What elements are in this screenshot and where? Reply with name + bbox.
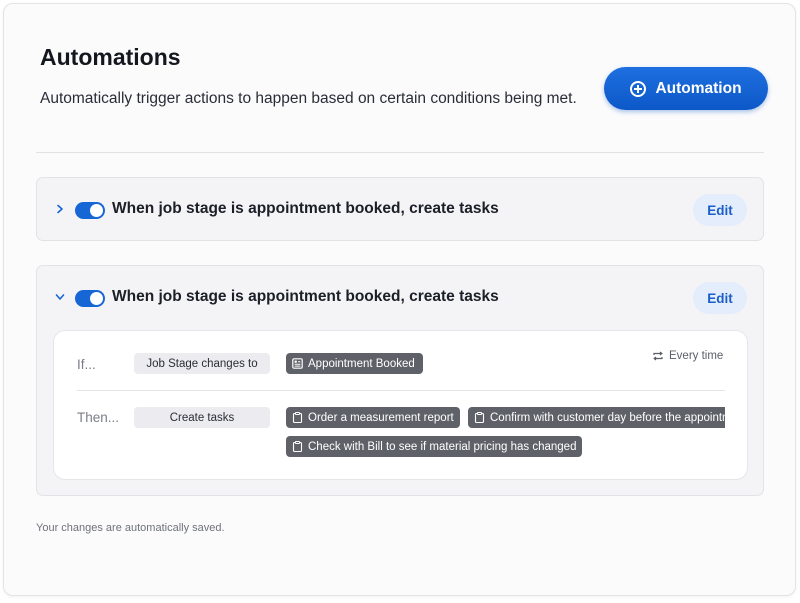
automation-title: When job stage is appointment booked, cr… (112, 200, 499, 217)
toggle-knob (90, 204, 103, 217)
edit-button[interactable]: Edit (693, 282, 747, 314)
if-label: If... (77, 357, 96, 372)
action-chip[interactable]: Create tasks (134, 407, 270, 428)
automation-title: When job stage is appointment booked, cr… (112, 288, 499, 305)
chevron-down-icon[interactable] (55, 292, 65, 302)
edit-button[interactable]: Edit (693, 194, 747, 226)
frequency-indicator: Every time (652, 350, 723, 362)
task-label: Check with Bill to see if material prici… (308, 440, 577, 453)
task-label: Confirm with customer day before the app… (490, 411, 725, 424)
task-label: Order a measurement report (308, 411, 454, 424)
chevron-right-icon[interactable] (55, 204, 65, 214)
automation-detail: If... Job Stage changes to Appointment B… (53, 330, 748, 480)
repeat-icon (653, 351, 663, 361)
frequency-label: Every time (669, 350, 724, 362)
toggle-knob (90, 292, 103, 305)
automation-card: When job stage is appointment booked, cr… (36, 265, 764, 496)
task-chip[interactable]: Confirm with customer day before the app… (468, 407, 725, 428)
clipboard-icon (292, 412, 303, 423)
task-chip[interactable]: Order a measurement report (286, 407, 460, 428)
row-divider (77, 390, 725, 391)
trigger-chip[interactable]: Job Stage changes to (134, 353, 270, 374)
automation-toggle[interactable] (75, 290, 105, 307)
page-title: Automations (40, 44, 181, 70)
then-label: Then... (77, 410, 120, 425)
header-divider (36, 152, 764, 153)
page-subtitle: Automatically trigger actions to happen … (40, 90, 577, 107)
clipboard-icon (474, 412, 485, 423)
clipboard-icon (292, 441, 303, 452)
autosave-note: Your changes are automatically saved. (36, 522, 225, 534)
add-automation-button[interactable]: Automation (604, 67, 768, 110)
automation-card: When job stage is appointment booked, cr… (36, 177, 764, 241)
trigger-value-label: Appointment Booked (308, 357, 415, 370)
automation-toggle[interactable] (75, 202, 105, 219)
add-automation-label: Automation (655, 79, 742, 97)
trigger-value-chip[interactable]: Appointment Booked (286, 353, 423, 374)
task-chip[interactable]: Check with Bill to see if material prici… (286, 436, 582, 457)
plus-circle-icon (630, 80, 647, 97)
stage-icon (292, 358, 303, 369)
